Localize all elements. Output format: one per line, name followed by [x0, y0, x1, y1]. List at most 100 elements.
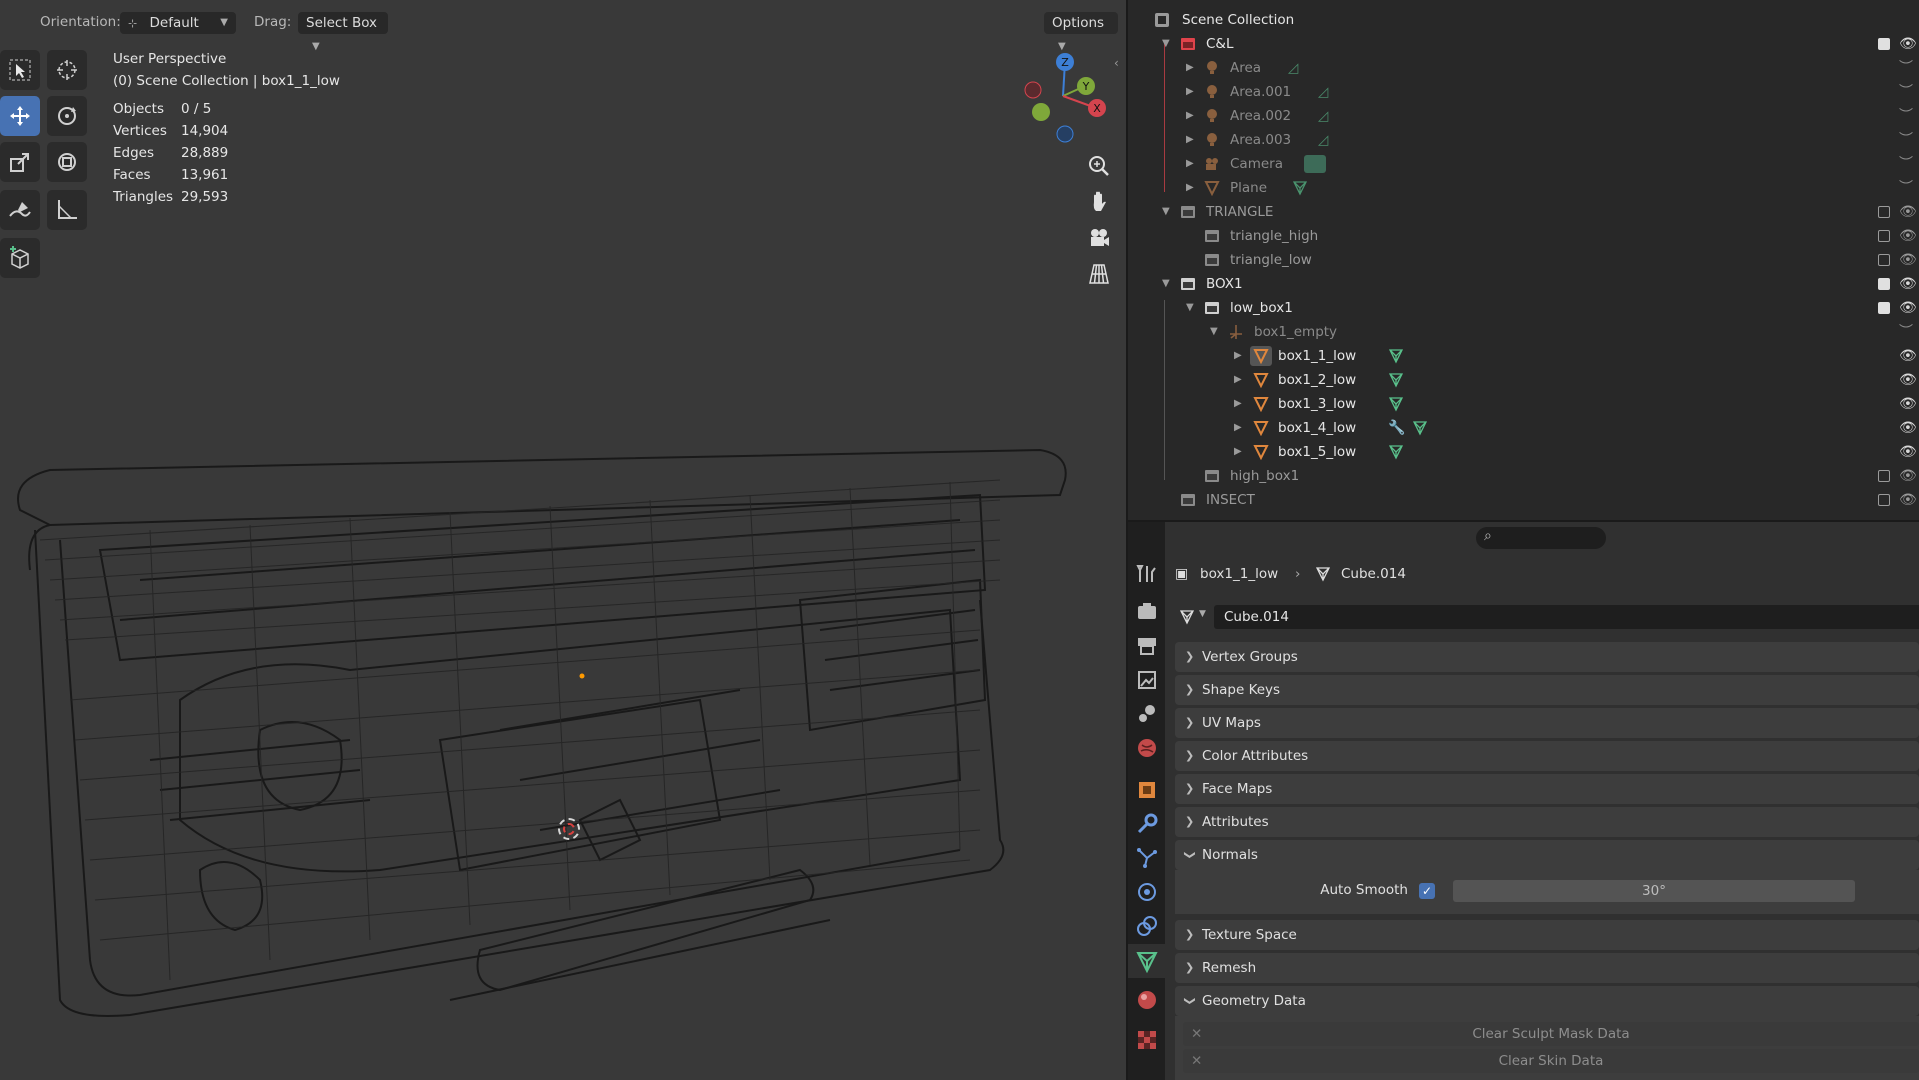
eye-icon[interactable]: 👁	[1899, 296, 1917, 320]
panel-color-attributes[interactable]: ❯ Color Attributes	[1175, 741, 1919, 771]
eye-icon[interactable]: 👁	[1899, 440, 1917, 464]
eye-icon[interactable]: 👁	[1899, 224, 1917, 248]
outliner-row-high-box1[interactable]: high_box1 👁	[1128, 464, 1919, 488]
orientation-dropdown[interactable]: ⊹ Default ▼	[120, 12, 236, 34]
expand-triangle-icon[interactable]: ▶	[1186, 128, 1194, 152]
outliner-row-box1-5-low[interactable]: ▶ box1_5_low 👁	[1128, 440, 1919, 464]
panel-face-maps[interactable]: ❯ Face Maps	[1175, 774, 1919, 804]
clear-sculpt-mask-button[interactable]: ✕ Clear Sculpt Mask Data	[1183, 1022, 1919, 1046]
scene-tab-icon[interactable]	[1135, 702, 1159, 726]
eye-closed-icon[interactable]: ︶	[1899, 56, 1913, 80]
properties-search-input[interactable]: ⌕	[1476, 527, 1606, 549]
outliner-scene-collection[interactable]: Scene Collection	[1128, 8, 1919, 32]
physics-tab-icon[interactable]	[1135, 880, 1159, 904]
expand-triangle-icon[interactable]: ▶	[1186, 176, 1194, 200]
expand-triangle-icon[interactable]: ▶	[1186, 152, 1194, 176]
exclude-checkbox[interactable]	[1878, 302, 1890, 314]
material-tab-icon[interactable]	[1135, 988, 1159, 1012]
eye-icon[interactable]: 👁	[1899, 392, 1917, 416]
eye-icon[interactable]: 👁	[1899, 488, 1917, 512]
outliner-row-box1[interactable]: ▼ BOX1 👁	[1128, 272, 1919, 296]
expand-triangle-icon[interactable]: ▶	[1186, 80, 1194, 104]
eye-icon[interactable]: 👁	[1899, 416, 1917, 440]
eye-closed-icon[interactable]: ︶	[1899, 176, 1913, 200]
outliner-row-triangle-high[interactable]: triangle_high 👁	[1128, 224, 1919, 248]
mesh-data-tab-icon[interactable]	[1135, 950, 1159, 974]
particles-tab-icon[interactable]	[1135, 846, 1159, 870]
constraints-tab-icon[interactable]	[1135, 914, 1159, 938]
expand-triangle-icon[interactable]: ▼	[1210, 320, 1218, 344]
exclude-checkbox[interactable]	[1878, 494, 1890, 506]
outliner-row-box1-empty[interactable]: ▼ box1_empty ︶	[1128, 320, 1919, 344]
modifier-tab-icon[interactable]	[1135, 812, 1159, 836]
outliner-row-box1-1-low[interactable]: ▶ box1_1_low 👁	[1128, 344, 1919, 368]
navigation-gizmo[interactable]: Z Y X	[1015, 48, 1115, 148]
eye-closed-icon[interactable]: ︶	[1899, 320, 1913, 344]
clear-skin-data-button[interactable]: ✕ Clear Skin Data	[1183, 1049, 1919, 1073]
view-layer-tab-icon[interactable]	[1135, 668, 1159, 692]
outliner-row-area003[interactable]: ▶ Area.003 ◿ ︶	[1128, 128, 1919, 152]
output-tab-icon[interactable]	[1135, 634, 1159, 658]
eye-icon[interactable]: 👁	[1899, 368, 1917, 392]
mesh-name-field[interactable]: Cube.014	[1214, 605, 1919, 629]
outliner[interactable]: Scene Collection ▼ C&L 👁 ▶ Area ◿ ︶ ▶ Ar…	[1128, 0, 1919, 520]
scale-icon[interactable]	[0, 142, 40, 182]
texture-tab-icon[interactable]	[1135, 1028, 1159, 1052]
tool-settings-tab-icon[interactable]	[1135, 562, 1159, 586]
add-cube-icon[interactable]	[0, 238, 40, 278]
move-icon[interactable]	[0, 96, 40, 136]
auto-smooth-checkbox[interactable]: ✓	[1419, 883, 1435, 899]
measure-icon[interactable]	[47, 190, 87, 230]
panel-uv-maps[interactable]: ❯ UV Maps	[1175, 708, 1919, 738]
outliner-row-insect[interactable]: INSECT 👁	[1128, 488, 1919, 512]
transform-icon[interactable]	[47, 142, 87, 182]
eye-closed-icon[interactable]: ︶	[1899, 104, 1913, 128]
expand-triangle-icon[interactable]: ▼	[1162, 272, 1170, 296]
select-box-icon[interactable]	[0, 50, 40, 90]
eye-icon[interactable]: 👁	[1899, 32, 1917, 56]
expand-triangle-icon[interactable]: ▼	[1162, 32, 1170, 56]
expand-triangle-icon[interactable]: ▼	[1162, 200, 1170, 224]
panel-remesh[interactable]: ❯ Remesh	[1175, 953, 1919, 983]
outliner-row-low-box1[interactable]: ▼ low_box1 👁	[1128, 296, 1919, 320]
camera-view-icon[interactable]	[1084, 223, 1114, 253]
properties-editor[interactable]: ☷▼ ⌕ ▣ box1_1_low › Cube.014 ▼ Cube.014	[1128, 522, 1919, 1080]
outliner-row-box1-2-low[interactable]: ▶ box1_2_low 👁	[1128, 368, 1919, 392]
panel-shape-keys[interactable]: ❯ Shape Keys	[1175, 675, 1919, 705]
options-dropdown[interactable]: Options ▼	[1044, 12, 1118, 52]
outliner-row-triangle-low[interactable]: triangle_low 👁	[1128, 248, 1919, 272]
collapse-arrow-icon[interactable]: ‹	[1114, 56, 1119, 70]
panel-texture-space[interactable]: ❯ Texture Space	[1175, 920, 1919, 950]
expand-triangle-icon[interactable]: ▶	[1234, 440, 1242, 464]
panel-vertex-groups[interactable]: ❯ Vertex Groups	[1175, 642, 1919, 672]
eye-icon[interactable]: 👁	[1899, 272, 1917, 296]
expand-triangle-icon[interactable]: ▼	[1186, 296, 1194, 320]
pan-hand-icon[interactable]	[1084, 187, 1114, 217]
exclude-checkbox[interactable]	[1878, 206, 1890, 218]
annotate-icon[interactable]	[0, 190, 40, 230]
eye-closed-icon[interactable]: ︶	[1899, 152, 1913, 176]
object-tab-icon[interactable]	[1135, 778, 1159, 802]
outliner-row-area002[interactable]: ▶ Area.002 ◿ ︶	[1128, 104, 1919, 128]
exclude-checkbox[interactable]	[1878, 278, 1890, 290]
expand-triangle-icon[interactable]: ▶	[1186, 104, 1194, 128]
3d-viewport[interactable]: Orientation: ⊹ Default ▼ Drag: Select Bo…	[0, 0, 1126, 1080]
outliner-row-box1-3-low[interactable]: ▶ box1_3_low 👁	[1128, 392, 1919, 416]
expand-triangle-icon[interactable]: ▶	[1234, 344, 1242, 368]
drag-dropdown[interactable]: Select Box ▼	[298, 12, 388, 52]
world-tab-icon[interactable]	[1135, 736, 1159, 760]
rotate-icon[interactable]	[47, 96, 87, 136]
eye-icon[interactable]: 👁	[1899, 248, 1917, 272]
outliner-row-triangle[interactable]: ▼ TRIANGLE 👁	[1128, 200, 1919, 224]
panel-attributes[interactable]: ❯ Attributes	[1175, 807, 1919, 837]
eye-icon[interactable]: 👁	[1899, 200, 1917, 224]
render-tab-icon[interactable]	[1135, 600, 1159, 624]
perspective-grid-icon[interactable]	[1084, 259, 1114, 289]
outliner-row-camera[interactable]: ▶ Camera ︶	[1128, 152, 1919, 176]
expand-triangle-icon[interactable]: ▶	[1234, 416, 1242, 440]
exclude-checkbox[interactable]	[1878, 470, 1890, 482]
outliner-row-cl[interactable]: ▼ C&L 👁	[1128, 32, 1919, 56]
expand-triangle-icon[interactable]: ▶	[1186, 56, 1194, 80]
outliner-row-area[interactable]: ▶ Area ◿ ︶	[1128, 56, 1919, 80]
panel-normals[interactable]: ❯ Normals	[1175, 840, 1919, 870]
